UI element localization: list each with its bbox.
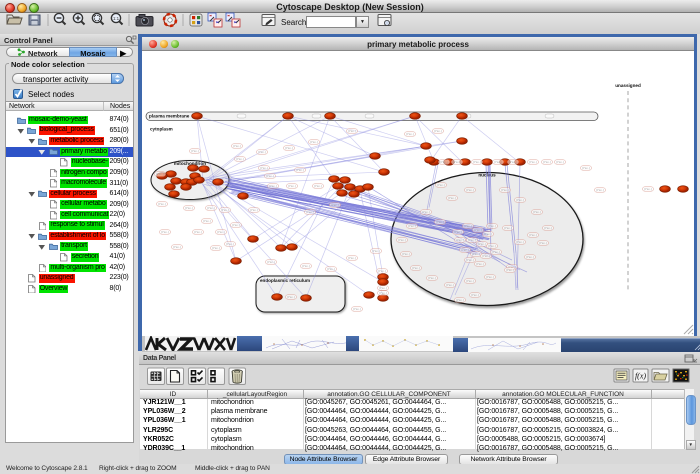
svg-text:(Yxx..): (Yxx..) (461, 248, 469, 252)
svg-text:(Yxx..): (Yxx..) (486, 275, 494, 279)
svg-text:(Yxx..): (Yxx..) (596, 188, 604, 192)
svg-text:(Yxx..): (Yxx..) (456, 238, 464, 242)
svg-text:(Yxx..): (Yxx..) (482, 254, 490, 258)
svg-text:(Yxx..): (Yxx..) (440, 160, 448, 164)
svg-text:(Yxx..): (Yxx..) (288, 184, 296, 188)
svg-text:(Yxx..): (Yxx..) (191, 149, 199, 153)
svg-text:(Yxx..): (Yxx..) (492, 250, 500, 254)
svg-text:(Yxx..): (Yxx..) (285, 146, 293, 150)
svg-text:1:1: 1:1 (113, 16, 120, 21)
svg-text:(Yxx..): (Yxx..) (476, 262, 484, 266)
svg-text:(Yxx..): (Yxx..) (287, 295, 295, 299)
svg-text:(Yxx..): (Yxx..) (408, 224, 416, 228)
svg-text:(Yxx..): (Yxx..) (348, 256, 356, 260)
svg-text:(Yxx..): (Yxx..) (539, 241, 547, 245)
svg-text:(Yxx..): (Yxx..) (556, 160, 564, 164)
svg-text:(Yxx..): (Yxx..) (529, 233, 537, 237)
svg-text:(Yxx..): (Yxx..) (402, 252, 410, 256)
svg-text:(Yxx..): (Yxx..) (258, 150, 266, 154)
svg-text:(Yxx..): (Yxx..) (327, 267, 335, 271)
svg-text:(Yxx..): (Yxx..) (353, 307, 361, 311)
svg-text:(Yxx..): (Yxx..) (306, 210, 314, 214)
svg-text:(Yxx..): (Yxx..) (454, 230, 462, 234)
svg-text:(Yxx..): (Yxx..) (156, 172, 164, 176)
svg-text:(Yxx..): (Yxx..) (488, 224, 496, 228)
svg-text:(Yxx..): (Yxx..) (473, 160, 481, 164)
svg-text:(Yxx..): (Yxx..) (406, 132, 414, 136)
svg-text:(Yxx..): (Yxx..) (466, 258, 474, 262)
svg-text:(Yxx..): (Yxx..) (203, 219, 211, 223)
svg-text:(Yxx..): (Yxx..) (484, 232, 492, 236)
svg-text:(Yxx..): (Yxx..) (378, 269, 386, 273)
svg-text:(Yxx..): (Yxx..) (269, 184, 277, 188)
svg-text:(Yxx..): (Yxx..) (207, 206, 215, 210)
svg-text:(Yxx..): (Yxx..) (194, 230, 202, 234)
svg-text:(Yxx..): (Yxx..) (506, 268, 514, 272)
svg-text:(Yxx..): (Yxx..) (478, 242, 486, 246)
svg-text:(Yxx..): (Yxx..) (472, 252, 480, 256)
svg-text:(Yxx..): (Yxx..) (453, 160, 461, 164)
svg-text:(Yxx..): (Yxx..) (379, 291, 387, 295)
svg-text:(Yxx..): (Yxx..) (644, 187, 652, 191)
svg-text:(Yxx..): (Yxx..) (494, 160, 502, 164)
svg-text:(Yxx..): (Yxx..) (233, 144, 241, 148)
svg-text:(Yxx..): (Yxx..) (529, 160, 537, 164)
svg-text:(Yxx..): (Yxx..) (412, 266, 420, 270)
svg-text:(Yxx..): (Yxx..) (217, 230, 225, 234)
svg-text:(Yxx..): (Yxx..) (504, 226, 512, 230)
svg-text:(Yxx..): (Yxx..) (516, 198, 524, 202)
svg-text:(Yxx..): (Yxx..) (221, 208, 229, 212)
svg-text:(Yxx..): (Yxx..) (226, 242, 234, 246)
svg-text:(Yxx..): (Yxx..) (474, 228, 482, 232)
svg-text:(Yxx..): (Yxx..) (331, 203, 339, 207)
svg-text:(Yxx..): (Yxx..) (464, 224, 472, 228)
svg-text:(Yxx..): (Yxx..) (446, 283, 454, 287)
svg-text:plasma membrane: plasma membrane (149, 114, 190, 119)
svg-text:(Yxx..): (Yxx..) (398, 238, 406, 242)
svg-text:(Yxx..): (Yxx..) (161, 230, 169, 234)
svg-text:(Yxx..): (Yxx..) (466, 279, 474, 283)
svg-text:(Yxx..): (Yxx..) (158, 202, 166, 206)
svg-text:cytoplasm: cytoplasm (150, 127, 173, 132)
svg-text:(Yxx..): (Yxx..) (516, 240, 524, 244)
svg-text:(Yxx..): (Yxx..) (266, 174, 274, 178)
svg-text:(Yxx..): (Yxx..) (250, 208, 258, 212)
svg-text:(Yxx..): (Yxx..) (582, 166, 590, 170)
svg-text:(Yxx..): (Yxx..) (422, 210, 430, 214)
svg-text:(Yxx..): (Yxx..) (428, 276, 436, 280)
svg-text:f(x): f(x) (635, 372, 646, 381)
svg-text:nucleus: nucleus (478, 173, 496, 178)
svg-text:(Yxx..): (Yxx..) (448, 196, 456, 200)
svg-text:(Yxx..): (Yxx..) (372, 249, 380, 253)
svg-text:(Yxx..): (Yxx..) (526, 255, 534, 259)
svg-text:(Yxx..): (Yxx..) (310, 140, 318, 144)
svg-text:(Yxx..): (Yxx..) (468, 238, 476, 242)
svg-text:(Yxx..): (Yxx..) (236, 157, 244, 161)
svg-text:(Yxx..): (Yxx..) (466, 188, 474, 192)
svg-text:(Yxx..): (Yxx..) (348, 129, 356, 133)
svg-text:(Yxx..): (Yxx..) (260, 166, 268, 170)
svg-text:(Yxx..): (Yxx..) (533, 210, 541, 214)
svg-text:(Yxx..): (Yxx..) (501, 188, 509, 192)
svg-text:(Yxx..): (Yxx..) (212, 246, 220, 250)
svg-text:(Yxx..): (Yxx..) (267, 260, 275, 264)
svg-text:(Yxx..): (Yxx..) (544, 226, 552, 230)
svg-text:(Yxx..): (Yxx..) (302, 264, 310, 268)
svg-text:(Yxx..): (Yxx..) (437, 183, 445, 187)
svg-text:(Yxx..): (Yxx..) (434, 129, 442, 133)
svg-text:(Yxx..): (Yxx..) (456, 298, 464, 302)
svg-text:(Yxx..): (Yxx..) (185, 206, 193, 210)
svg-text:(Yxx..): (Yxx..) (543, 160, 551, 164)
svg-text:(Yxx..): (Yxx..) (488, 244, 496, 248)
svg-text:(Yxx..): (Yxx..) (314, 184, 322, 188)
svg-text:(Yxx..): (Yxx..) (296, 168, 304, 172)
svg-text:(Yxx..): (Yxx..) (509, 160, 517, 164)
svg-text:(Yxx..): (Yxx..) (379, 286, 387, 290)
svg-text:unassigned: unassigned (615, 83, 641, 88)
svg-text:(Yxx..): (Yxx..) (232, 223, 240, 227)
svg-text:(Yxx..): (Yxx..) (436, 220, 444, 224)
svg-text:(Yxx..): (Yxx..) (471, 293, 479, 297)
svg-text:(Yxx..): (Yxx..) (173, 245, 181, 249)
